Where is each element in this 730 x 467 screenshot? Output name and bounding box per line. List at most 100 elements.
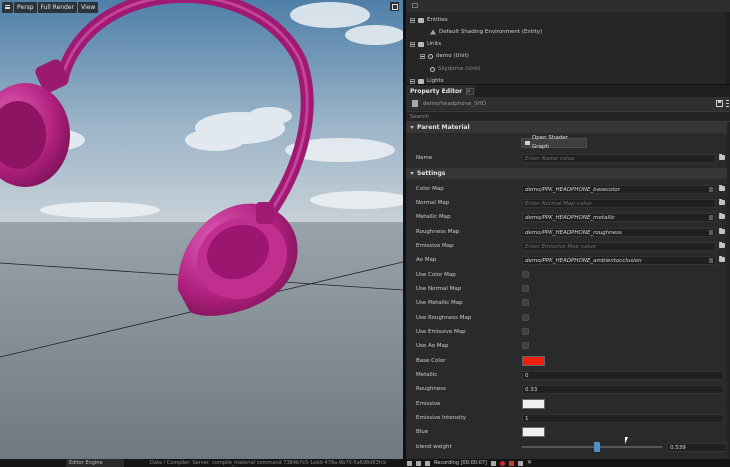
settings-icon[interactable] <box>416 460 421 466</box>
field-value: demo/PPK_HEADPHONE_metallic <box>525 215 616 221</box>
prop-label: Emissive Map <box>416 243 454 249</box>
prop-row-use-normal-map: Use Normal Map <box>406 282 730 296</box>
button-label: Open Shader Graph <box>531 135 568 150</box>
browse-folder-icon[interactable] <box>719 256 725 262</box>
viewport-menu-button[interactable] <box>2 1 13 13</box>
section-settings[interactable]: Settings <box>406 168 730 179</box>
name-field[interactable]: Enter Name value <box>522 154 716 163</box>
folder-icon <box>525 141 530 145</box>
property-search-input[interactable] <box>410 112 722 121</box>
use-normal-map-checkbox[interactable] <box>522 285 529 292</box>
browse-folder-icon[interactable] <box>719 228 725 234</box>
3d-viewport[interactable]: Persp Full Render View <box>0 0 403 459</box>
browse-folder-icon[interactable] <box>719 154 725 160</box>
roughness-field[interactable]: 0.33 <box>522 385 724 394</box>
prop-label: Name <box>416 155 433 161</box>
prop-row-emissive: Emissive <box>406 397 730 411</box>
field-value: demo/PPK_HEADPHONE_ambientocclusion <box>525 258 642 264</box>
prop-row-use-metallic-map: Use Metallic Map <box>406 296 730 310</box>
tree-item-lights[interactable]: Lights <box>410 75 444 84</box>
browse-folder-icon[interactable] <box>719 242 725 248</box>
collapse-toggle-icon[interactable] <box>410 41 415 47</box>
slider-thumb[interactable] <box>594 442 601 452</box>
blue-color-swatch[interactable] <box>522 427 545 437</box>
color-map-field[interactable]: demo/PPK_HEADPHONE_basecolor <box>522 185 716 194</box>
prop-label: Blue <box>416 429 429 435</box>
use-ao-map-checkbox[interactable] <box>522 342 529 349</box>
new-tab-icon[interactable] <box>466 88 474 95</box>
clear-field-icon[interactable] <box>709 258 713 263</box>
save-icon[interactable] <box>716 100 723 107</box>
prop-row-roughness-map: Roughness Map demo/PPK_HEADPHONE_roughne… <box>406 225 730 239</box>
prop-row-blend-weight: blend weight 0.539 <box>406 440 730 454</box>
use-roughness-map-checkbox[interactable] <box>522 314 529 321</box>
open-shader-graph-button[interactable]: Open Shader Graph <box>521 135 587 150</box>
collapse-toggle-icon[interactable] <box>420 53 425 59</box>
prop-label: Emissive Intensity <box>416 415 466 421</box>
prop-label: blend weight <box>416 444 452 450</box>
caret-down-icon <box>410 126 414 129</box>
asset-path-row: demo/headphone_SHD <box>406 97 730 110</box>
prop-row-use-emissive-map: Use Emissive Map <box>406 325 730 339</box>
stats-icon[interactable] <box>425 460 430 466</box>
tree-item-shading-environment[interactable]: Default Shading Environment (Entity) <box>430 26 542 38</box>
prop-label: Color Map <box>416 186 444 192</box>
browse-folder-icon[interactable] <box>719 199 725 205</box>
render-mode-button[interactable]: Full Render <box>37 1 78 13</box>
wifi-icon <box>407 460 412 466</box>
roughness-map-field[interactable]: demo/PPK_HEADPHONE_roughness <box>522 228 716 237</box>
prop-row-metallic-map: Metallic Map demo/PPK_HEADPHONE_metallic <box>406 210 730 224</box>
tree-item-units[interactable]: Units <box>410 38 441 50</box>
browse-folder-icon[interactable] <box>719 185 725 191</box>
ao-map-field[interactable]: demo/PPK_HEADPHONE_ambientocclusion <box>522 256 716 265</box>
metallic-map-field[interactable]: demo/PPK_HEADPHONE_metallic <box>522 213 716 222</box>
scene-tree-scrollbar[interactable] <box>726 12 730 84</box>
maximize-viewport-icon[interactable] <box>390 2 399 11</box>
collapse-toggle-icon[interactable] <box>410 78 415 84</box>
metallic-field[interactable]: 0 <box>522 371 724 380</box>
tree-item-skydome-unit[interactable]: Skydome (Unit) <box>430 63 481 75</box>
use-emissive-map-checkbox[interactable] <box>522 328 529 335</box>
asset-path: demo/headphone_SHD <box>423 100 487 107</box>
collapse-icon[interactable] <box>412 3 418 8</box>
base-color-swatch[interactable] <box>522 356 545 366</box>
blend-weight-slider[interactable] <box>522 442 662 452</box>
view-menu-button[interactable]: View <box>78 1 99 13</box>
stop-icon[interactable] <box>508 460 514 466</box>
status-bar: Editor Engine Data / Compiler: Server, c… <box>0 459 730 467</box>
close-icon[interactable]: ✕ <box>527 459 532 467</box>
unit-icon <box>428 53 433 59</box>
engine-selector[interactable]: Editor Engine <box>66 459 124 467</box>
prop-row-ao-map: Ao Map demo/PPK_HEADPHONE_ambientocclusi… <box>406 253 730 267</box>
normal-map-field[interactable]: Enter Normal Map value <box>522 199 716 208</box>
tree-item-entities[interactable]: Entities <box>410 14 448 26</box>
use-color-map-checkbox[interactable] <box>522 271 529 278</box>
tree-item-label: Units <box>427 41 442 47</box>
prop-row-emissive-intensity: Emissive Intensity 1 <box>406 411 730 425</box>
prop-label: Use Ao Map <box>416 343 449 349</box>
prop-row-roughness: Roughness 0.33 <box>406 382 730 396</box>
clear-field-icon[interactable] <box>709 215 713 220</box>
record-icon[interactable] <box>499 460 505 466</box>
tree-item-demo-unit[interactable]: demo (Unit) <box>420 50 469 62</box>
emissive-intensity-field[interactable]: 1 <box>522 414 724 423</box>
camera-icon[interactable] <box>517 460 523 466</box>
tree-item-label: Default Shading Environment (Entity) <box>439 29 543 35</box>
scene-tree: Entities Default Shading Environment (En… <box>406 0 730 84</box>
collapse-toggle-icon[interactable] <box>410 17 415 23</box>
clear-field-icon[interactable] <box>709 187 713 192</box>
use-metallic-map-checkbox[interactable] <box>522 299 529 306</box>
prop-label: Ao Map <box>416 257 437 263</box>
emissive-map-field[interactable]: Enter Emissive Map value <box>522 242 716 251</box>
browse-folder-icon[interactable] <box>719 213 725 219</box>
more-menu-icon[interactable] <box>726 100 729 107</box>
camera-mode-button[interactable]: Persp <box>14 1 37 13</box>
blend-weight-value[interactable]: 0.539 <box>667 443 727 452</box>
prop-label: Use Normal Map <box>416 286 462 292</box>
prop-label: Use Color Map <box>416 272 456 278</box>
emissive-color-swatch[interactable] <box>522 399 545 409</box>
clear-field-icon[interactable] <box>709 230 713 235</box>
prop-row-name: Name Enter Name value <box>406 151 730 165</box>
edit-icon[interactable] <box>490 460 496 466</box>
section-parent-material[interactable]: Parent Material <box>406 122 730 133</box>
